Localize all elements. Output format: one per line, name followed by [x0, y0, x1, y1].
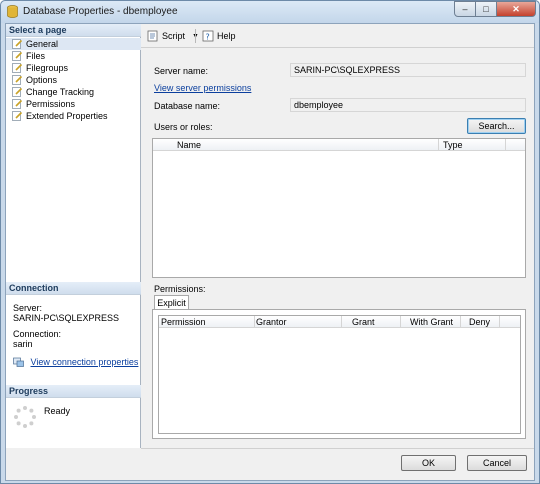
select-page-header: Select a page [6, 24, 141, 37]
help-label: Help [217, 31, 236, 41]
server-name-label: Server name: [154, 66, 209, 76]
page-item-files[interactable]: Files [6, 50, 141, 62]
column-separator [438, 139, 439, 151]
page-item-change-tracking[interactable]: Change Tracking [6, 86, 141, 98]
page-list: General Files Filegroups Options Change … [6, 38, 141, 122]
title-bar[interactable]: Database Properties - dbemployee – □ ✕ [1, 1, 539, 23]
search-button[interactable]: Search... [467, 118, 526, 134]
toolbar-separator [195, 29, 196, 43]
column-header-permission[interactable]: Permission [161, 317, 206, 327]
connection-header: Connection [6, 282, 141, 295]
page-item-label: Filegroups [26, 63, 69, 73]
page-item-label: Permissions [26, 99, 76, 109]
server-label: Server: [13, 303, 43, 313]
toolbar: Script ▼ ? Help [141, 24, 534, 48]
column-header-deny[interactable]: Deny [469, 317, 490, 327]
column-header-grantor[interactable]: Grantor [256, 317, 287, 327]
server-value: SARIN-PC\SQLEXPRESS [13, 313, 120, 323]
page-wrench-icon [12, 99, 23, 109]
connection-info: Server: SARIN-PC\SQLEXPRESS Connection: … [13, 303, 138, 349]
column-header-grant[interactable]: Grant [352, 317, 375, 327]
help-button[interactable]: ? Help [202, 30, 236, 42]
page-wrench-icon [12, 39, 23, 49]
ok-button[interactable]: OK [401, 455, 456, 471]
database-name-field[interactable]: dbemployee [290, 98, 526, 112]
progress-spinner-icon [14, 406, 36, 428]
connection-label: Connection: [13, 329, 62, 339]
page-item-label: Extended Properties [26, 111, 108, 121]
script-button[interactable]: Script ▼ [147, 30, 199, 42]
connection-properties-icon [13, 357, 24, 367]
page-item-label: General [26, 39, 59, 49]
close-button[interactable]: ✕ [496, 1, 536, 17]
permissions-grid-header: Permission Grantor Grant With Grant Deny [159, 316, 520, 328]
window-title: Database Properties - dbemployee [23, 6, 178, 17]
column-separator [499, 316, 500, 328]
column-separator [341, 316, 342, 328]
minimize-button[interactable]: – [454, 1, 476, 17]
progress-header: Progress [6, 385, 141, 398]
page-item-permissions[interactable]: Permissions [6, 98, 141, 110]
dialog-client-area: Select a page General Files Filegroups O… [5, 23, 535, 481]
page-item-label: Change Tracking [26, 87, 95, 97]
users-grid-header: Name Type [153, 139, 525, 151]
permissions-panel: Permission Grantor Grant With Grant Deny [152, 309, 526, 439]
users-grid[interactable]: Name Type [152, 138, 526, 278]
permissions-grid[interactable]: Permission Grantor Grant With Grant Deny [158, 315, 521, 434]
database-name-label: Database name: [154, 101, 221, 111]
maximize-button[interactable]: □ [475, 1, 497, 17]
page-item-filegroups[interactable]: Filegroups [6, 62, 141, 74]
permissions-label: Permissions: [154, 284, 206, 294]
column-header-with-grant[interactable]: With Grant [410, 317, 453, 327]
cancel-button[interactable]: Cancel [467, 455, 527, 471]
page-item-extended-properties[interactable]: Extended Properties [6, 110, 141, 122]
page-wrench-icon [12, 63, 23, 73]
help-icon: ? [202, 30, 214, 42]
page-item-label: Options [26, 75, 58, 85]
page-wrench-icon [12, 51, 23, 61]
column-header-name[interactable]: Name [177, 140, 201, 150]
page-wrench-icon [12, 111, 23, 121]
page-item-general[interactable]: General [6, 38, 141, 50]
dialog-footer: OK Cancel [141, 448, 534, 480]
script-icon [147, 30, 158, 42]
column-separator [460, 316, 461, 328]
view-connection-properties-link[interactable]: View connection properties [13, 357, 138, 367]
left-pane: Select a page General Files Filegroups O… [6, 24, 141, 448]
column-separator [254, 316, 255, 328]
database-icon [7, 5, 18, 18]
column-separator [505, 139, 506, 151]
view-server-permissions-link[interactable]: View server permissions [154, 83, 251, 93]
users-or-roles-label: Users or roles: [154, 122, 213, 132]
page-wrench-icon [12, 75, 23, 85]
page-item-label: Files [26, 51, 46, 61]
dialog-window: Database Properties - dbemployee – □ ✕ S… [0, 0, 540, 484]
column-header-type[interactable]: Type [443, 140, 463, 150]
script-label: Script [162, 31, 186, 41]
column-separator [400, 316, 401, 328]
connection-value: sarin [13, 339, 33, 349]
svg-text:?: ? [206, 33, 210, 42]
server-name-field[interactable]: SARIN-PC\SQLEXPRESS [290, 63, 526, 77]
page-item-options[interactable]: Options [6, 74, 141, 86]
progress-status: Ready [44, 406, 71, 416]
page-wrench-icon [12, 87, 23, 97]
view-connection-properties-text[interactable]: View connection properties [31, 357, 139, 367]
tab-explicit[interactable]: Explicit [154, 295, 189, 310]
